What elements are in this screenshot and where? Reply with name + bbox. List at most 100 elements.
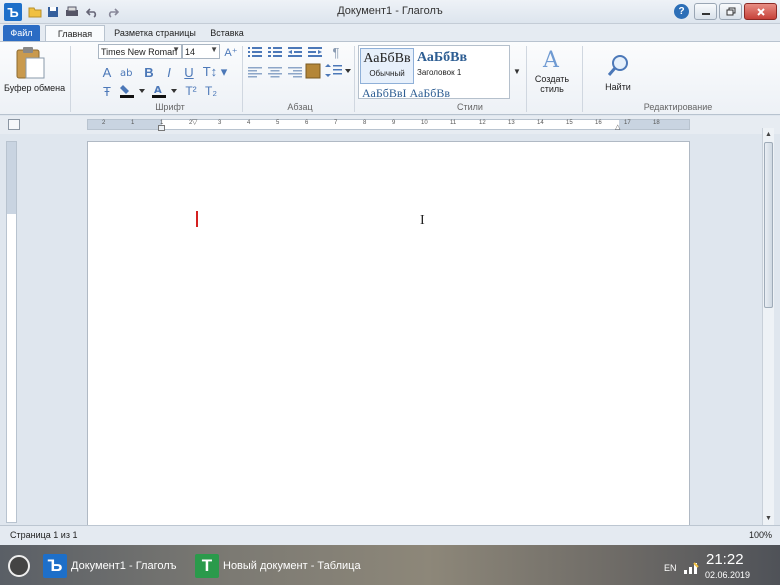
align-left-icon[interactable] <box>246 64 264 80</box>
ruler-number: 1 <box>131 120 135 126</box>
align-right-icon[interactable] <box>286 64 304 80</box>
tab-home[interactable]: Главная <box>45 25 105 41</box>
tab-insert[interactable]: Вставка <box>204 25 250 41</box>
close-button[interactable] <box>744 3 777 20</box>
ruler-number: 18 <box>653 120 660 126</box>
ribbon-tabs: Файл Главная Разметка страницы Вставка <box>0 24 780 41</box>
keyboard-language[interactable]: EN <box>664 563 677 573</box>
scroll-down-icon[interactable]: ▼ <box>763 512 774 524</box>
subscript-icon[interactable]: T₂ <box>202 82 220 100</box>
start-button[interactable] <box>8 555 30 577</box>
taskbar-item-tablica[interactable]: Т Новый документ - Таблица <box>195 553 361 579</box>
find-button[interactable]: Найти <box>598 82 638 92</box>
change-case-icon[interactable]: ab <box>119 63 137 81</box>
align-center-icon[interactable] <box>266 64 284 80</box>
create-style-icon[interactable]: A <box>538 46 566 74</box>
ruler-toggle-icon[interactable] <box>8 119 20 130</box>
ruler-number: 8 <box>363 120 367 126</box>
ruler-number: 9 <box>392 120 396 126</box>
font-name-value: Times New Roman <box>101 46 178 57</box>
styles-dropdown-icon[interactable]: ▼ <box>512 66 522 76</box>
scroll-up-icon[interactable]: ▲ <box>763 128 774 140</box>
taskbar: Ъ Документ1 - Глаголъ Т Новый документ -… <box>0 545 780 585</box>
vertical-scrollbar[interactable]: ▲ ▼ <box>762 128 774 525</box>
ruler-number: 5 <box>276 120 280 126</box>
bold-icon[interactable]: B <box>140 63 158 81</box>
ruler-number: 11 <box>450 120 457 126</box>
font-size-combo[interactable]: 14 ▼ <box>182 44 220 59</box>
font-size-value: 14 <box>185 46 196 57</box>
ribbon: Буфер обмена Times New Roman ▼ 14 ▼ A⁺ A… <box>0 41 780 115</box>
zoom-level[interactable]: 100% <box>749 530 772 540</box>
vertical-ruler <box>6 141 17 523</box>
chevron-down-icon: ▼ <box>210 45 218 54</box>
title-bar: Ъ Документ1 - Глаголъ ? <box>0 0 780 24</box>
style-normal-name: Обычный <box>369 69 405 78</box>
tab-page-layout[interactable]: Разметка страницы <box>110 25 200 41</box>
numbering-icon[interactable] <box>266 44 284 60</box>
font-color-icon[interactable]: A <box>150 82 180 100</box>
italic-icon[interactable]: I <box>160 63 178 81</box>
tablica-app-icon: Т <box>195 554 219 578</box>
network-icon[interactable] <box>683 561 699 578</box>
ruler-number: 16 <box>595 120 602 126</box>
style-heading-1[interactable]: АаБбВв Заголовок 1 <box>417 48 497 84</box>
left-indent-marker[interactable] <box>158 125 165 131</box>
line-spacing-icon[interactable] <box>324 62 354 80</box>
increase-indent-icon[interactable] <box>306 44 324 60</box>
right-indent-marker[interactable]: △ <box>615 123 620 131</box>
style-heading-1-preview: АаБбВв <box>417 50 468 65</box>
create-style-button[interactable]: Создать стиль <box>530 74 574 94</box>
horizontal-ruler[interactable]: 2 1 1 2 3 4 5 6 7 8 9 10 11 12 13 14 15 16 17 18 ▽ △ <box>87 118 690 131</box>
clear-format-icon[interactable]: A <box>98 63 116 81</box>
scroll-thumb[interactable] <box>764 142 773 308</box>
clock-time[interactable]: 21:22 <box>706 551 744 568</box>
pilcrow-icon[interactable]: ¶ <box>328 44 344 60</box>
ruler-number: 7 <box>334 120 338 126</box>
font-name-combo[interactable]: Times New Roman ▼ <box>98 44 182 59</box>
paste-icon[interactable] <box>12 45 48 81</box>
minimize-button[interactable] <box>694 3 717 20</box>
style-normal-preview: АаБбВв <box>363 51 411 66</box>
ruler-number: 14 <box>537 120 544 126</box>
shading-icon[interactable] <box>304 62 322 80</box>
highlight-color-icon[interactable] <box>118 82 148 100</box>
ruler-number: 10 <box>421 120 428 126</box>
document-area[interactable]: I <box>22 134 760 525</box>
ruler-number: 15 <box>566 120 573 126</box>
document-page[interactable]: I <box>87 141 690 525</box>
svg-text:A: A <box>542 48 560 73</box>
underline-icon[interactable]: U <box>180 63 198 81</box>
grow-font-icon[interactable]: A⁺ <box>222 44 240 60</box>
ruler-number: 3 <box>218 120 222 126</box>
taskbar-item-label: Новый документ - Таблица <box>223 560 361 572</box>
create-style-line1: Создать <box>534 74 570 84</box>
chevron-down-icon: ▼ <box>172 45 180 54</box>
bullets-icon[interactable] <box>246 44 264 60</box>
strikethrough-icon[interactable]: Ŧ <box>98 82 116 100</box>
tab-file[interactable]: Файл <box>3 25 40 41</box>
ruler-number: 17 <box>624 120 631 126</box>
find-icon[interactable] <box>606 54 630 80</box>
ruler-number: 13 <box>508 120 515 126</box>
mouse-ibeam-cursor: I <box>420 213 425 228</box>
text-cursor <box>196 211 198 227</box>
help-icon[interactable]: ? <box>674 4 689 19</box>
taskbar-item-glagol[interactable]: Ъ Документ1 - Глаголъ <box>43 553 177 579</box>
superscript-icon[interactable]: T² <box>182 82 200 100</box>
ruler-number: 12 <box>479 120 486 126</box>
decrease-indent-icon[interactable] <box>286 44 304 60</box>
first-line-indent-marker[interactable]: ▽ <box>192 118 197 126</box>
styles-group-label: Стили <box>457 102 483 112</box>
ruler-number: 2 <box>102 120 106 126</box>
style-normal[interactable]: АаБбВв Обычный <box>360 48 414 84</box>
line-spacing-font-icon[interactable]: T↕ ▾ <box>200 63 230 81</box>
window-title: Документ1 - Глаголъ <box>337 5 443 17</box>
paragraph-group-label: Абзац <box>287 102 313 112</box>
maximize-button[interactable] <box>719 3 742 20</box>
taskbar-item-label: Документ1 - Глаголъ <box>71 560 177 572</box>
svg-text:ab: ab <box>120 68 132 79</box>
page-count: Страница 1 из 1 <box>10 530 78 540</box>
clock-date: 02.06.2019 <box>705 570 751 580</box>
paste-label[interactable]: Буфер обмена <box>4 83 65 93</box>
